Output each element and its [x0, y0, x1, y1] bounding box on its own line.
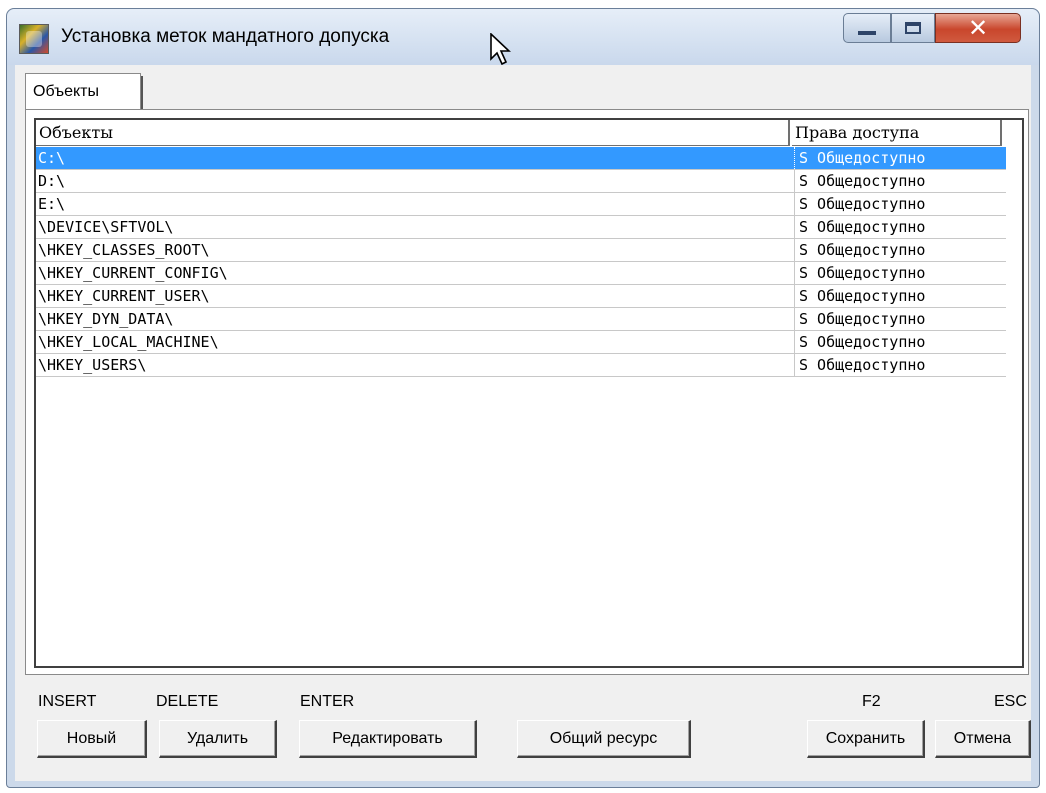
object-path-cell: \HKEY_CLASSES_ROOT\	[38, 241, 210, 259]
access-rights-cell: S Общедоступно	[794, 354, 1009, 376]
object-path-cell: C:\	[38, 149, 66, 167]
edit-button[interactable]: Редактировать	[299, 720, 477, 758]
minimize-icon	[858, 31, 876, 35]
close-icon: ✕	[967, 14, 989, 42]
table-row[interactable]: C:\ S Общедоступно	[36, 147, 1006, 170]
column-header-rights[interactable]: Права доступа	[792, 120, 1002, 146]
table-row[interactable]: \HKEY_CURRENT_USER\ S Общедоступно	[36, 285, 1006, 308]
shortcut-enter: ENTER	[300, 693, 355, 710]
table-row[interactable]: E:\ S Общедоступно	[36, 193, 1006, 216]
access-rights-cell: S Общедоступно	[794, 285, 1009, 307]
shared-resource-button[interactable]: Общий ресурс	[517, 720, 691, 758]
object-path-cell: E:\	[38, 195, 66, 213]
object-path-cell: \HKEY_USERS\	[38, 356, 147, 374]
access-rights-cell: S Общедоступно	[794, 239, 1009, 261]
table-row[interactable]: \HKEY_USERS\ S Общедоступно	[36, 354, 1006, 377]
save-button[interactable]: Сохранить	[807, 720, 925, 758]
object-path-cell: \HKEY_DYN_DATA\	[38, 310, 174, 328]
maximize-icon	[905, 22, 921, 34]
app-icon	[19, 24, 49, 54]
list-header: Объекты Права доступа	[36, 120, 1022, 146]
table-row[interactable]: \HKEY_CURRENT_CONFIG\ S Общедоступно	[36, 262, 1006, 285]
access-rights-cell: S Общедоступно	[794, 331, 1009, 353]
minimize-button[interactable]	[843, 13, 891, 43]
objects-list[interactable]: Объекты Права доступа C:\ S Общедоступно D…	[34, 118, 1024, 668]
column-header-objects[interactable]: Объекты	[36, 120, 790, 146]
object-path-cell: \HKEY_LOCAL_MACHINE\	[38, 333, 219, 351]
delete-button[interactable]: Удалить	[159, 720, 277, 758]
mouse-cursor-icon	[490, 33, 511, 66]
cancel-button[interactable]: Отмена	[935, 720, 1031, 758]
table-row[interactable]: \HKEY_LOCAL_MACHINE\ S Общедоступно	[36, 331, 1006, 354]
list-rows: C:\ S Общедоступно D:\ S Общедоступно E:\ S О…	[36, 147, 1006, 377]
shortcut-delete: DELETE	[156, 693, 219, 710]
object-path-cell: \DEVICE\SFTVOL\	[38, 218, 174, 236]
table-row[interactable]: D:\ S Общедоступно	[36, 170, 1006, 193]
shortcut-f2: F2	[862, 693, 881, 710]
access-rights-cell: S Общедоступно	[794, 147, 1009, 169]
access-rights-cell: S Общедоступно	[794, 308, 1009, 330]
window-title: Установка меток мандатного допуска	[61, 26, 390, 47]
close-button[interactable]: ✕	[935, 13, 1021, 43]
object-path-cell: \HKEY_CURRENT_USER\	[38, 287, 210, 305]
table-row[interactable]: \DEVICE\SFTVOL\ S Общедоступно	[36, 216, 1006, 239]
client-area: Объекты Объекты Права доступа C:\ S Общед…	[15, 65, 1031, 781]
title-bar[interactable]: Установка меток мандатного допуска ✕	[7, 9, 1039, 66]
access-rights-cell: S Общедоступно	[794, 262, 1009, 284]
object-path-cell: D:\	[38, 172, 66, 190]
tab-panel: Объекты Права доступа C:\ S Общедоступно D…	[25, 109, 1029, 675]
shortcut-esc: ESC	[994, 693, 1027, 710]
access-rights-cell: S Общедоступно	[794, 216, 1009, 238]
new-button[interactable]: Новый	[37, 720, 147, 758]
table-row[interactable]: \HKEY_DYN_DATA\ S Общедоступно	[36, 308, 1006, 331]
object-path-cell: \HKEY_CURRENT_CONFIG\	[38, 264, 228, 282]
tab-objects[interactable]: Объекты	[25, 73, 143, 110]
dialog-window: Установка меток мандатного допуска ✕ Объ…	[6, 8, 1040, 788]
access-rights-cell: S Общедоступно	[794, 170, 1009, 192]
access-rights-cell: S Общедоступно	[794, 193, 1009, 215]
table-row[interactable]: \HKEY_CLASSES_ROOT\ S Общедоступно	[36, 239, 1006, 262]
window-controls: ✕	[843, 13, 1023, 45]
shortcut-insert: INSERT	[38, 693, 97, 710]
maximize-button[interactable]	[891, 13, 935, 43]
